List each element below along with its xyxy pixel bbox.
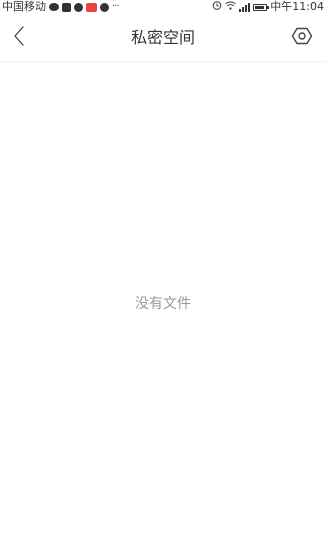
status-time: 中午11:04 [270,0,324,13]
signal-icon [239,2,251,12]
hexagon-settings-icon [291,25,313,51]
status-bar: 中国移动 ··· 中午11:04 [0,0,326,14]
status-bar-right: 中午11:04 [212,0,326,14]
app-header: 私密空间 [0,14,326,62]
status-bar-left: 中国移动 ··· [0,0,119,14]
app-notification-icon [74,2,83,12]
wifi-icon [225,0,237,14]
page-title: 私密空间 [130,28,195,47]
app-notification-icon [100,2,109,12]
back-button[interactable] [8,24,30,52]
more-notifications-indicator: ··· [112,1,119,12]
empty-state-message: 没有文件 [135,296,191,312]
settings-button[interactable] [290,26,314,50]
red-app-notification-icon [86,2,97,12]
carrier-name: 中国移动 [2,0,46,13]
app-notification-icon [62,2,71,12]
chevron-left-icon [13,26,25,50]
chat-bubble-icon [49,3,59,11]
battery-icon [253,3,270,11]
private-space-screen: 中国移动 ··· 中午11:04 私密空间 没有文件 [0,0,326,550]
alarm-icon [212,0,222,14]
